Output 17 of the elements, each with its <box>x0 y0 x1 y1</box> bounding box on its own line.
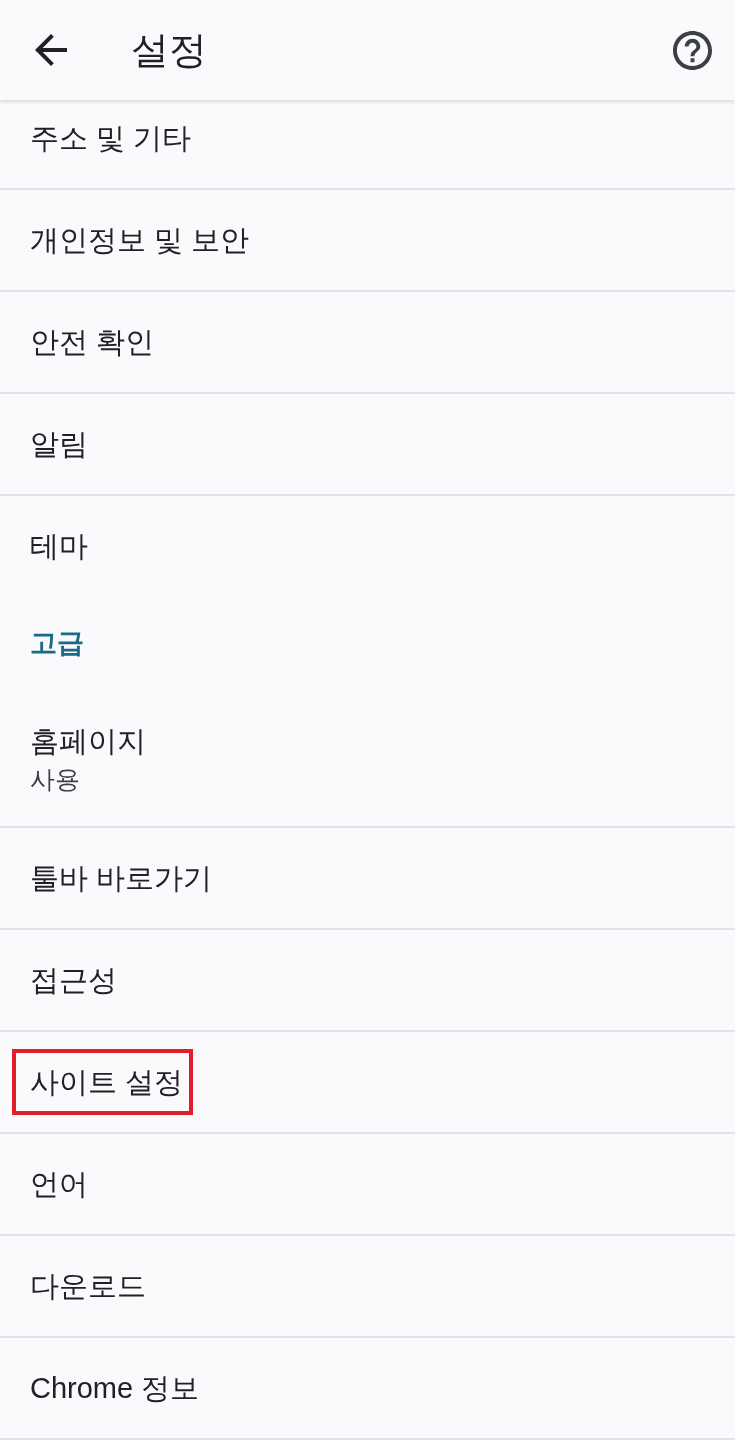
settings-item[interactable]: 언어 <box>30 1166 88 1202</box>
settings-item[interactable]: 개인정보 및 보안 <box>30 222 250 258</box>
settings-item[interactable]: 안전 확인 <box>30 324 155 360</box>
settings-item[interactable]: 주소 및 기타 <box>30 120 192 156</box>
settings-item[interactable]: 접근성 <box>30 962 117 998</box>
section-header: 고급 <box>30 627 84 660</box>
settings-item[interactable]: Chrome 정보 <box>30 1370 200 1406</box>
settings-item[interactable]: 홈페이지 <box>30 723 146 759</box>
help-icon <box>672 30 712 70</box>
settings-item[interactable]: 테마 <box>30 528 88 564</box>
settings-item[interactable]: 다운로드 <box>30 1268 146 1304</box>
settings-item[interactable]: 알림 <box>30 426 88 462</box>
arrow-left-icon <box>35 34 67 66</box>
app-bar-title: 설정 <box>131 28 207 73</box>
settings-item[interactable]: 툴바 바로가기 <box>30 860 213 896</box>
item-summary: 사용 <box>30 764 80 795</box>
settings-item[interactable]: 사이트 설정 <box>12 1049 194 1115</box>
